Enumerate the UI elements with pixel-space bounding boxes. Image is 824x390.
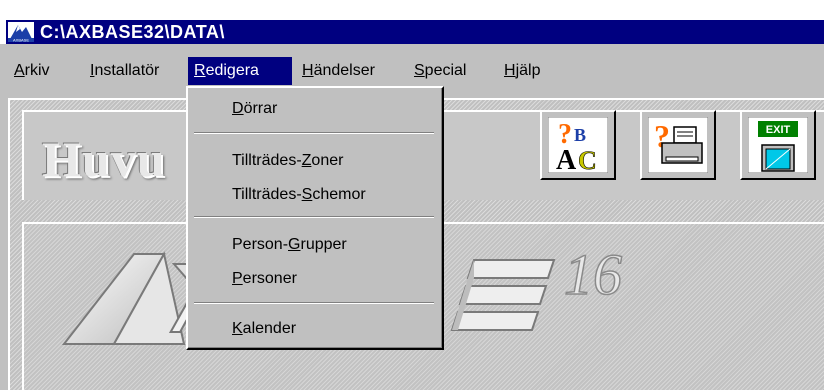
menu-item-dorrar[interactable]: Dörrar (232, 96, 277, 122)
menu-item-mnemonic: S (301, 186, 313, 203)
window-title: C:\AXBASE32\DATA\ (40, 22, 225, 42)
redigera-dropdown-menu: Dörrar Tillträdes-Zoner Tillträdes-Schemor… (186, 86, 444, 350)
menu-redigera[interactable]: Redigera (188, 57, 292, 85)
exit-button[interactable]: EXIT (740, 110, 816, 180)
svg-text:A: A (556, 145, 577, 173)
menu-item-personer[interactable]: Personer (232, 266, 297, 292)
exit-door-icon: EXIT (748, 117, 808, 173)
menu-item-mnemonic: K (232, 320, 243, 337)
svg-text:AXBASE: AXBASE (13, 38, 29, 43)
menu-arkiv-mnemonic: A (14, 62, 25, 79)
menu-installator[interactable]: Installatör (84, 57, 182, 85)
menu-hjalp-mnemonic: H (504, 62, 516, 79)
menu-separator (194, 302, 434, 304)
menu-item-tilltrades-zoner[interactable]: Tillträdes-Zoner (232, 148, 343, 174)
help-abc-icon: ? B A C (548, 117, 608, 173)
menu-item-mnemonic: P (232, 270, 243, 287)
menu-handelser-mnemonic: H (302, 62, 314, 79)
menu-handelser[interactable]: Händelser (296, 57, 402, 85)
menu-redigera-label-rest: edigera (205, 62, 259, 79)
menu-item-label-end: rupper (300, 236, 347, 253)
menu-item-mnemonic: G (288, 236, 301, 253)
menu-item-label-start: Tillträdes- (232, 186, 302, 203)
menu-handelser-label-rest: ändelser (313, 62, 375, 79)
menu-item-label-end: ersoner (242, 270, 297, 287)
menu-item-label-end: alender (242, 320, 297, 337)
help-printer-icon: ? (648, 117, 708, 173)
menu-item-label-end: oner (311, 152, 344, 169)
logo-superscript: 16 (564, 242, 622, 307)
menu-arkiv[interactable]: Arkiv (8, 57, 64, 85)
help-print-button[interactable]: ? (640, 110, 716, 180)
menu-special[interactable]: Special (408, 57, 494, 85)
menu-special-label-rest: pecial (424, 62, 467, 79)
menu-special-mnemonic: S (414, 62, 425, 79)
logo-e-shape (450, 259, 556, 331)
svg-text:B: B (574, 125, 586, 145)
svg-text:C: C (578, 146, 597, 173)
menu-separator (194, 216, 434, 218)
menu-redigera-mnemonic: R (194, 62, 206, 79)
menu-hjalp-label-rest: jälp (515, 62, 541, 79)
menu-arkiv-label-rest: rkiv (24, 62, 50, 79)
menu-item-person-grupper[interactable]: Person-Grupper (232, 232, 347, 258)
menu-installator-label-rest: nstallatör (94, 62, 160, 79)
menu-bar: Arkiv Installatör Redigera Händelser Special… (0, 54, 824, 90)
menu-item-label-end: örrar (243, 100, 278, 117)
help-abc-button[interactable]: ? B A C (540, 110, 616, 180)
menu-item-mnemonic: Z (301, 152, 312, 169)
app-window: AXBASE C:\AXBASE32\DATA\ Arkiv Installatö… (0, 0, 824, 390)
menu-item-label-start: Tillträdes- (232, 152, 302, 169)
banner-title: Huvu (42, 131, 166, 187)
title-bar-area: AXBASE C:\AXBASE32\DATA\ (0, 0, 824, 44)
menu-item-label-start: Person- (232, 236, 289, 253)
axbase-app-icon[interactable]: AXBASE (8, 22, 34, 42)
menu-item-label-end: chemor (312, 186, 366, 203)
menu-item-kalender[interactable]: Kalender (232, 316, 296, 342)
menu-item-mnemonic: D (232, 100, 244, 117)
menu-hjalp[interactable]: Hjälp (498, 57, 550, 85)
menu-separator (194, 132, 434, 134)
menu-item-tilltrades-schemor[interactable]: Tillträdes-Schemor (232, 182, 366, 208)
svg-text:EXIT: EXIT (766, 124, 791, 136)
